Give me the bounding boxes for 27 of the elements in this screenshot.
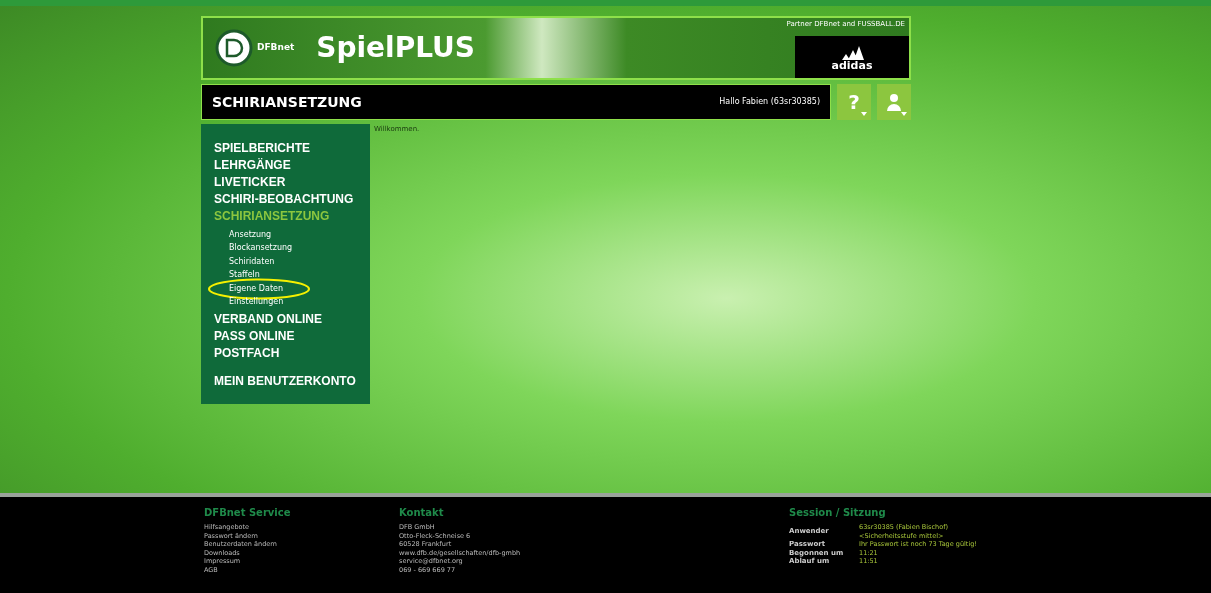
footer-heading: Session / Sitzung <box>789 506 887 520</box>
submenu-item[interactable]: Schiridaten <box>229 254 370 269</box>
menu-item[interactable]: MEIN BENUTZERKONTO <box>214 373 370 391</box>
crest-icon <box>215 29 253 67</box>
menu-item[interactable]: SPIELBERICHTE <box>214 140 370 157</box>
menu-item[interactable]: SCHIRI-BEOBACHTUNG <box>214 191 370 208</box>
menu-item[interactable]: PASS ONLINE <box>214 328 370 346</box>
submenu-item[interactable]: Einstellungen <box>229 295 370 309</box>
user-button[interactable] <box>877 84 911 120</box>
section-title: SCHIRIANSETZUNG <box>212 92 362 112</box>
submenu-item[interactable]: Ansetzung <box>229 228 370 242</box>
submenu-item[interactable]: Blockansetzung <box>229 241 370 255</box>
sponsor-name: adidas <box>831 59 873 71</box>
submenu-item[interactable]: Staffeln <box>229 268 370 282</box>
caret-icon <box>861 112 867 116</box>
greeting-text: Hallo Fabien (63sr30385) <box>719 96 820 108</box>
footer-heading: Kontakt <box>399 506 445 520</box>
menu-item[interactable]: POSTFACH <box>214 345 370 363</box>
menu-item[interactable]: LEHRGÄNGE <box>214 157 370 174</box>
footer-heading: DFBnet Service <box>204 506 292 520</box>
caret-icon <box>901 112 907 116</box>
brand-name: DFBnet <box>257 41 295 55</box>
app-title: SpielPLUS <box>316 34 475 62</box>
submenu-item[interactable]: Eigene Daten <box>229 281 370 296</box>
menu-item[interactable]: VERBAND ONLINE <box>214 311 370 329</box>
user-icon <box>886 93 902 111</box>
menu-item[interactable]: LIVETICKER <box>214 174 370 191</box>
